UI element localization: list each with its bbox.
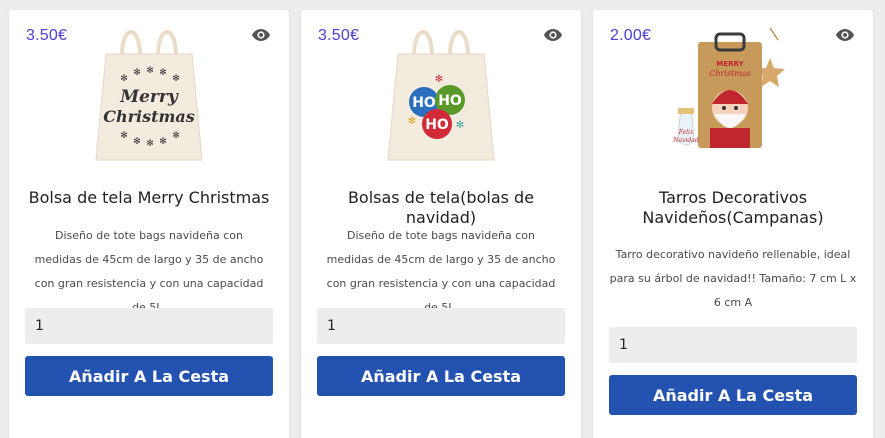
- product-description: Tarro decorativo navideño rellenable, id…: [609, 248, 857, 309]
- product-card: 3.50€ HO HO HO ✻ ✻ ✻ Bolsas de tela(bola…: [301, 10, 581, 438]
- svg-text:✻: ✻: [172, 131, 180, 141]
- add-to-cart-button[interactable]: Añadir A La Cesta: [609, 375, 857, 415]
- svg-text:✻: ✻: [408, 116, 416, 127]
- product-price: 3.50€: [26, 27, 68, 44]
- svg-text:✻: ✻: [133, 68, 141, 78]
- bag-text-merry: Merry: [119, 87, 179, 107]
- quantity-input[interactable]: [25, 308, 273, 344]
- product-title[interactable]: Bolsas de tela(bolas de navidad): [313, 188, 569, 228]
- product-card: 3.50€ Merry Christmas ✻ ✻ ✻ ✻ ✻ ✻ ✻ ✻ ✻ ✻ Bols…: [9, 10, 289, 438]
- product-image[interactable]: MERRY Christmas Feliz Navidad: [658, 28, 808, 168]
- product-description: Diseño de tote bags navideña con medidas…: [326, 229, 556, 314]
- svg-text:✻: ✻: [159, 68, 167, 78]
- quantity-input[interactable]: [609, 327, 857, 363]
- svg-text:✻: ✻: [456, 120, 464, 131]
- svg-text:✻: ✻: [120, 131, 128, 141]
- add-to-cart-button[interactable]: Añadir A La Cesta: [317, 356, 565, 396]
- eye-icon[interactable]: [543, 27, 563, 43]
- product-image[interactable]: Merry Christmas ✻ ✻ ✻ ✻ ✻ ✻ ✻ ✻ ✻ ✻: [84, 26, 214, 166]
- product-image[interactable]: HO HO HO ✻ ✻ ✻: [376, 26, 506, 166]
- ball-text: HO: [412, 95, 436, 111]
- svg-text:✻: ✻: [146, 139, 154, 149]
- eye-icon[interactable]: [251, 27, 271, 43]
- svg-text:✻: ✻: [159, 137, 167, 147]
- product-price: 2.00€: [610, 27, 652, 44]
- svg-text:✻: ✻: [133, 137, 141, 147]
- jar-text-feliz: Feliz: [678, 129, 694, 136]
- box-text-christmas: Christmas: [709, 69, 750, 78]
- product-card: 2.00€ MERRY Christmas Feliz Navidad Tarr…: [593, 10, 873, 438]
- product-title[interactable]: Bolsa de tela Merry Christmas: [21, 188, 277, 208]
- box-text-merry: MERRY: [716, 60, 744, 68]
- product-price: 3.50€: [318, 27, 360, 44]
- product-title[interactable]: Tarros Decorativos Navideños(Campanas): [605, 188, 861, 228]
- svg-text:✻: ✻: [146, 66, 154, 76]
- bag-text-christmas: Christmas: [103, 107, 195, 126]
- product-description: Diseño de tote bags navideña con medidas…: [34, 229, 264, 314]
- ball-text: HO: [425, 117, 449, 133]
- quantity-input[interactable]: [317, 308, 565, 344]
- svg-text:✻: ✻: [172, 74, 180, 84]
- jar-text-navidad: Navidad: [672, 137, 699, 144]
- svg-text:✻: ✻: [120, 74, 128, 84]
- svg-text:✻: ✻: [435, 74, 443, 85]
- eye-icon[interactable]: [835, 27, 855, 43]
- add-to-cart-button[interactable]: Añadir A La Cesta: [25, 356, 273, 396]
- ball-text: HO: [438, 93, 462, 109]
